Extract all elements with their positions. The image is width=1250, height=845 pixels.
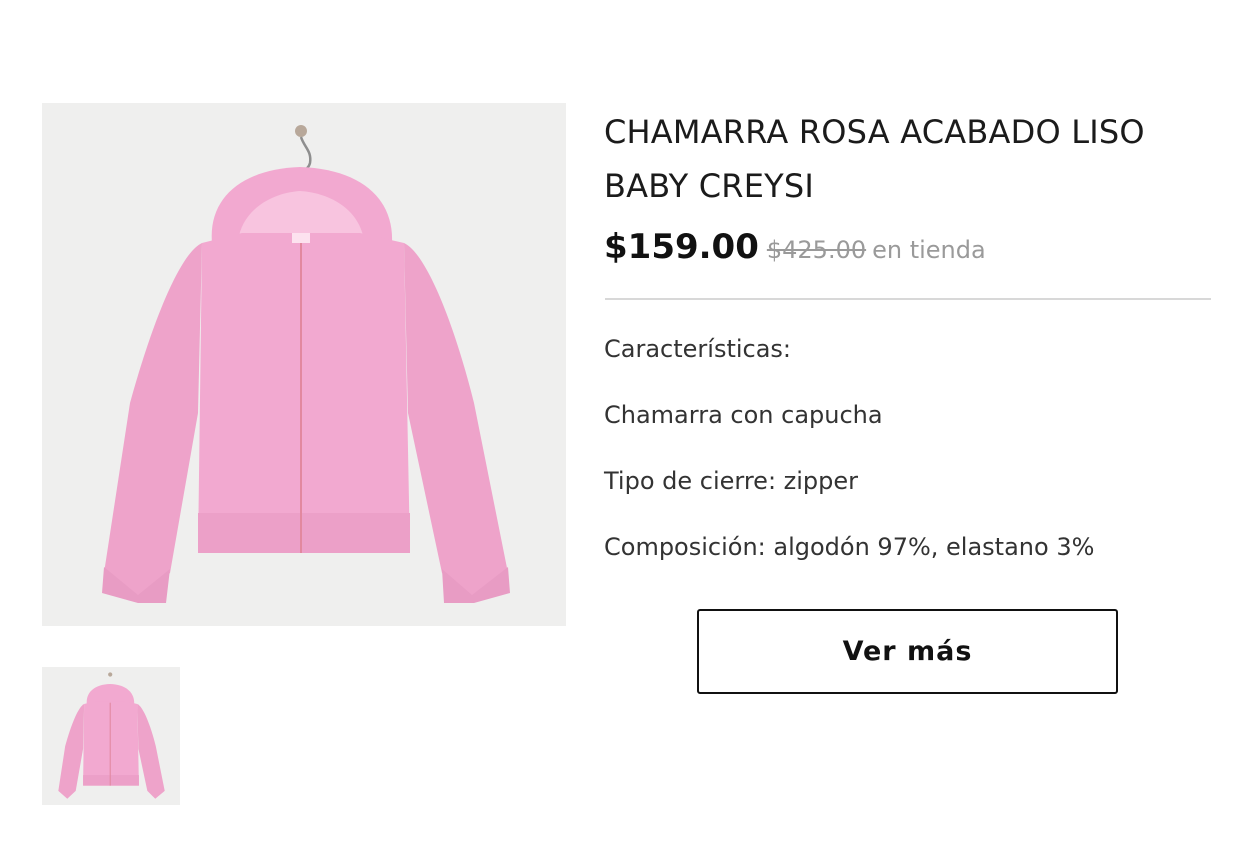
- features-heading: Características:: [604, 335, 792, 363]
- current-price: $159.00: [604, 227, 759, 267]
- product-info: CHAMARRA ROSA ACABADO LISO BABY CREYSI $…: [604, 105, 1212, 597]
- feature-item: Composición: algodón 97%, elastano 3%: [604, 533, 1095, 561]
- product-title: CHAMARRA ROSA ACABADO LISO BABY CREYSI: [604, 113, 1145, 205]
- feature-item: Tipo de cierre: zipper: [604, 467, 859, 495]
- features-list: Características: Chamarra con capucha Ti…: [604, 333, 1212, 563]
- original-price: $425.00: [766, 236, 867, 264]
- hoodie-image: [102, 125, 510, 603]
- see-more-button[interactable]: Ver más: [697, 609, 1118, 694]
- price-row: $159.00 $425.00 en tienda: [604, 227, 1212, 273]
- feature-item: Chamarra con capucha: [604, 401, 883, 429]
- thumbnail-image[interactable]: [42, 667, 180, 805]
- divider: [605, 298, 1211, 300]
- store-label: en tienda: [872, 236, 986, 264]
- hoodie-thumbnail-image: [58, 672, 165, 799]
- product-main-image[interactable]: [42, 103, 566, 626]
